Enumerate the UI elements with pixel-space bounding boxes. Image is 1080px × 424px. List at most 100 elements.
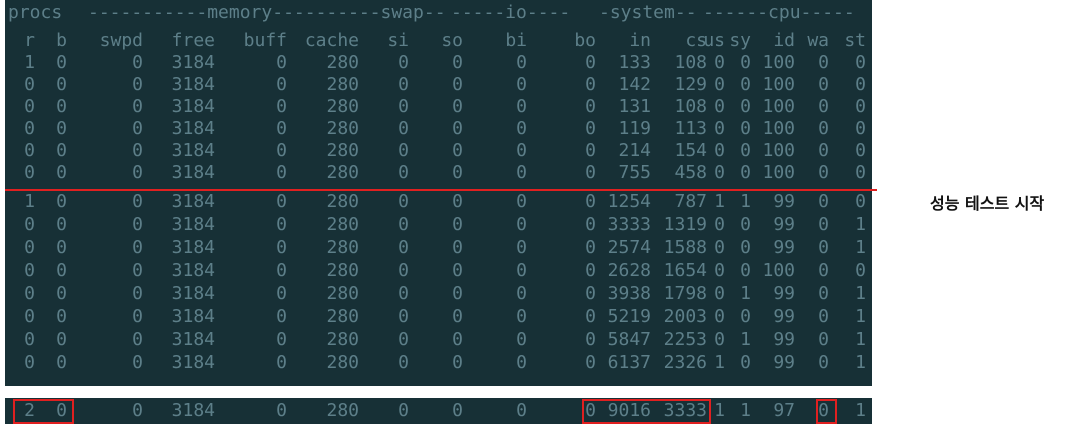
cell-st: 0 bbox=[855, 162, 866, 183]
vmstat-row: 0 0 0 3184 0 280 0 0 0 0 2628 1654 0 0 100 0 0 bbox=[5, 260, 872, 282]
vmstat-row: 0 0 0 3184 0 280 0 0 0 0 131 108 0 0 100 0 0 bbox=[5, 96, 872, 118]
cell-free: 3184 bbox=[171, 74, 215, 95]
cell-bi: 0 bbox=[516, 352, 527, 373]
highlight-box-procs bbox=[13, 399, 74, 424]
vmstat-row: 0 0 0 3184 0 280 0 0 0 0 5847 2253 0 1 99 0 1 bbox=[5, 329, 872, 351]
cell-bi: 0 bbox=[516, 306, 527, 327]
cell-bi: 0 bbox=[516, 283, 527, 304]
cell-b: 0 bbox=[56, 306, 67, 327]
cell-buff: 0 bbox=[276, 118, 287, 139]
vmstat-row: 1 0 0 3184 0 280 0 0 0 0 1254 787 1 1 99 0 0 bbox=[5, 191, 872, 213]
cell-so: 0 bbox=[452, 283, 463, 304]
cell-so: 0 bbox=[452, 260, 463, 281]
cell-so: 0 bbox=[452, 191, 463, 212]
vmstat-row: 0 0 0 3184 0 280 0 0 0 0 3938 1798 0 1 99 0 1 bbox=[5, 283, 872, 305]
cell-so: 0 bbox=[452, 214, 463, 235]
column-header-st: st bbox=[844, 30, 866, 51]
cell-swpd: 0 bbox=[132, 118, 143, 139]
cell-so: 0 bbox=[452, 306, 463, 327]
cell-in: 2574 bbox=[607, 237, 651, 258]
cell-bi: 0 bbox=[516, 52, 527, 73]
cell-buff: 0 bbox=[276, 74, 287, 95]
cell-swpd: 0 bbox=[132, 306, 143, 327]
cell-bi: 0 bbox=[516, 118, 527, 139]
peak-cell-free: 3184 bbox=[171, 400, 215, 421]
cell-in: 3333 bbox=[607, 214, 651, 235]
cell-b: 0 bbox=[56, 191, 67, 212]
cell-free: 3184 bbox=[171, 352, 215, 373]
cell-st: 1 bbox=[855, 329, 866, 350]
cell-so: 0 bbox=[452, 237, 463, 258]
cell-buff: 0 bbox=[276, 329, 287, 350]
cell-buff: 0 bbox=[276, 283, 287, 304]
cell-buff: 0 bbox=[276, 214, 287, 235]
cell-b: 0 bbox=[56, 52, 67, 73]
cell-buff: 0 bbox=[276, 162, 287, 183]
cell-st: 0 bbox=[855, 96, 866, 117]
cell-in: 5847 bbox=[607, 329, 651, 350]
cell-bi: 0 bbox=[516, 214, 527, 235]
vmstat-row: 0 0 0 3184 0 280 0 0 0 0 214 154 0 0 100 0 0 bbox=[5, 140, 872, 162]
vmstat-row: 1 0 0 3184 0 280 0 0 0 0 133 108 0 0 100 0 0 bbox=[5, 52, 872, 74]
vmstat-row: 0 0 0 3184 0 280 0 0 0 0 5219 2003 0 0 99 0 1 bbox=[5, 306, 872, 328]
cell-swpd: 0 bbox=[132, 260, 143, 281]
cell-free: 3184 bbox=[171, 52, 215, 73]
cell-in: 755 bbox=[618, 162, 651, 183]
column-header-so: so bbox=[441, 30, 463, 51]
vmstat-row: 0 0 0 3184 0 280 0 0 0 0 119 113 0 0 100 0 0 bbox=[5, 118, 872, 140]
peak-cell-bi: 0 bbox=[516, 400, 527, 421]
column-header-b: b bbox=[56, 30, 67, 51]
column-header-buff: buff bbox=[243, 30, 287, 51]
peak-row-panel: 2 0 0 3184 0 280 0 0 0 0 9016 3333 1 1 97 0 1 bbox=[5, 398, 872, 424]
cell-swpd: 0 bbox=[132, 74, 143, 95]
cell-b: 0 bbox=[56, 74, 67, 95]
cell-in: 2628 bbox=[607, 260, 651, 281]
cell-free: 3184 bbox=[171, 260, 215, 281]
vmstat-row: 0 0 0 3184 0 280 0 0 0 0 142 129 0 0 100 0 0 bbox=[5, 74, 872, 96]
cell-free: 3184 bbox=[171, 283, 215, 304]
cell-free: 3184 bbox=[171, 214, 215, 235]
cell-swpd: 0 bbox=[132, 352, 143, 373]
test-start-label: 성능 테스트 시작 bbox=[930, 194, 1045, 213]
vmstat-row: 0 0 0 3184 0 280 0 0 0 0 6137 2326 1 0 99 0 1 bbox=[5, 352, 872, 374]
cell-st: 1 bbox=[855, 352, 866, 373]
cell-free: 3184 bbox=[171, 162, 215, 183]
cell-swpd: 0 bbox=[132, 162, 143, 183]
cell-swpd: 0 bbox=[132, 52, 143, 73]
cell-swpd: 0 bbox=[132, 96, 143, 117]
peak-cell-so: 0 bbox=[452, 400, 463, 421]
cell-free: 3184 bbox=[171, 237, 215, 258]
cell-in: 142 bbox=[618, 74, 651, 95]
cell-st: 1 bbox=[855, 306, 866, 327]
vmstat-row: 0 0 0 3184 0 280 0 0 0 0 2574 1588 0 0 99 0 1 bbox=[5, 237, 872, 259]
cell-in: 119 bbox=[618, 118, 651, 139]
cell-so: 0 bbox=[452, 162, 463, 183]
cell-so: 0 bbox=[452, 352, 463, 373]
cell-in: 133 bbox=[618, 52, 651, 73]
cell-bi: 0 bbox=[516, 329, 527, 350]
column-header-row: r b swpd free buff cache si so bi bo in cs us sy id wa s… bbox=[5, 30, 872, 52]
cell-buff: 0 bbox=[276, 52, 287, 73]
cell-so: 0 bbox=[452, 52, 463, 73]
column-header-free: free bbox=[171, 30, 215, 51]
cell-free: 3184 bbox=[171, 306, 215, 327]
cell-b: 0 bbox=[56, 283, 67, 304]
cell-st: 1 bbox=[855, 283, 866, 304]
cell-b: 0 bbox=[56, 162, 67, 183]
cell-b: 0 bbox=[56, 352, 67, 373]
cell-st: 0 bbox=[855, 52, 866, 73]
cell-b: 0 bbox=[56, 214, 67, 235]
cell-in: 131 bbox=[618, 96, 651, 117]
header-group-procs: procs bbox=[8, 2, 63, 23]
cell-b: 0 bbox=[56, 237, 67, 258]
cell-swpd: 0 bbox=[132, 329, 143, 350]
cell-bi: 0 bbox=[516, 96, 527, 117]
column-header-swpd: swpd bbox=[99, 30, 143, 51]
cell-bi: 0 bbox=[516, 260, 527, 281]
cell-swpd: 0 bbox=[132, 283, 143, 304]
highlight-box-wa bbox=[816, 399, 837, 424]
cell-swpd: 0 bbox=[132, 214, 143, 235]
header-group-memory: -----------memory---------- bbox=[88, 2, 381, 23]
cell-st: 0 bbox=[855, 74, 866, 95]
cell-so: 0 bbox=[452, 74, 463, 95]
